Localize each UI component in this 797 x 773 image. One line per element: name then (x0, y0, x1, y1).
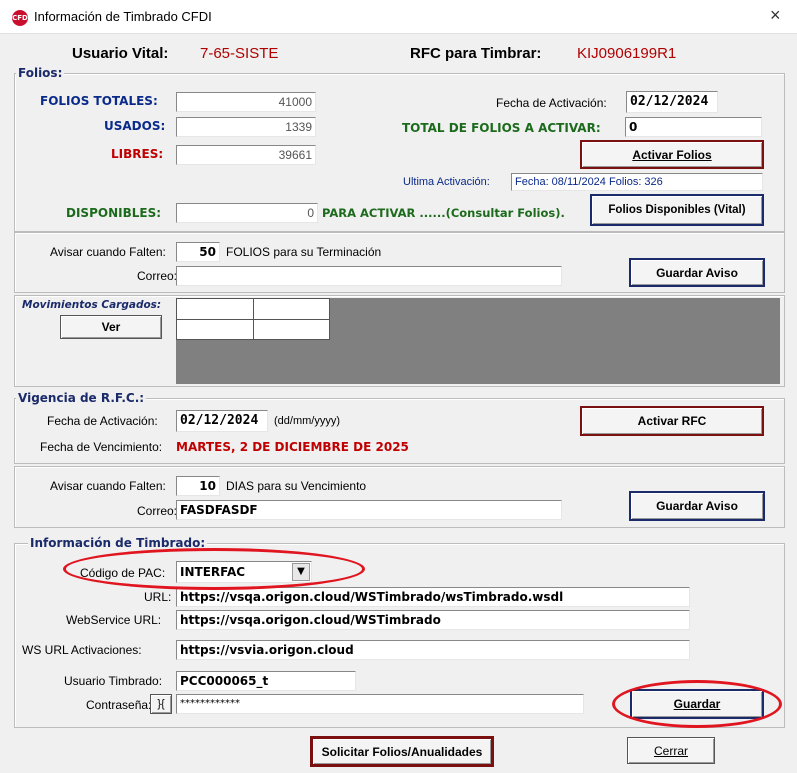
ws-activaciones-label: WS URL Activaciones: (22, 643, 142, 657)
usados-label: USADOS: (104, 119, 166, 133)
annotation-ellipse-pac (63, 548, 365, 590)
annotation-ellipse-guardar (612, 680, 782, 728)
guardar-aviso-rfc-button[interactable]: Guardar Aviso (629, 491, 765, 521)
libres-field: 39661 (176, 145, 316, 165)
url-label: URL: (144, 590, 172, 604)
title-bar: CFD Información de Timbrado CFDI × (0, 0, 797, 34)
para-activar-text: PARA ACTIVAR ......(Consultar Folios). (322, 206, 565, 220)
vigencia-legend: Vigencia de R.F.C.: (16, 391, 147, 405)
total-activar-label: TOTAL DE FOLIOS A ACTIVAR: (402, 121, 601, 135)
aviso-folios-label: Avisar cuando Falten: (50, 245, 166, 259)
aviso-rfc-field[interactable]: 10 (176, 476, 220, 496)
libres-label: LIBRES: (111, 147, 164, 161)
disponibles-label: DISPONIBLES: (66, 206, 162, 220)
aviso-folios-field[interactable]: 50 (176, 242, 220, 262)
solicitar-folios-button[interactable]: Solicitar Folios/Anualidades (310, 736, 494, 767)
url-field[interactable]: https://vsqa.origon.cloud/WSTimbrado/wsT… (176, 587, 690, 607)
ws-activaciones-field[interactable]: https://vsvia.origon.cloud (176, 640, 690, 660)
vig-fecha-venc-value: MARTES, 2 DE DICIEMBRE DE 2025 (176, 440, 409, 454)
usuario-timbrado-label: Usuario Timbrado: (64, 674, 163, 688)
folios-totales-field: 41000 (176, 92, 316, 112)
vig-fecha-format: (dd/mm/yyyy) (274, 415, 340, 427)
user-label: Usuario Vital: (72, 45, 169, 62)
grid-row-divider (177, 319, 329, 320)
ws-url-field[interactable]: https://vsqa.origon.cloud/WSTimbrado (176, 610, 690, 630)
aviso-folios-correo-label: Correo: (137, 269, 178, 283)
window-title: Información de Timbrado CFDI (34, 9, 212, 24)
usados-field: 1339 (176, 117, 316, 137)
cerrar-button[interactable]: Cerrar (627, 737, 715, 764)
vig-fecha-act-label: Fecha de Activación: (47, 414, 158, 428)
vig-fecha-venc-label: Fecha de Vencimiento: (40, 440, 163, 454)
fecha-activacion-field[interactable]: 02/12/2024 (626, 91, 718, 113)
disponibles-field: 0 (176, 203, 318, 223)
aviso-rfc-suffix: DIAS para su Vencimiento (226, 479, 367, 493)
close-icon[interactable]: × (770, 5, 781, 26)
ver-button[interactable]: Ver (60, 315, 162, 339)
movimientos-grid[interactable] (176, 298, 780, 384)
grid-header (176, 298, 330, 340)
fecha-activacion-label: Fecha de Activación: (496, 96, 607, 110)
cerrar-label: Cerrar (653, 743, 688, 758)
password-field[interactable]: ************ (176, 694, 584, 714)
cfdi-window: CFD Información de Timbrado CFDI × Usuar… (0, 0, 797, 773)
aviso-rfc-label: Avisar cuando Falten: (50, 479, 166, 493)
aviso-rfc-correo-label: Correo: (137, 504, 178, 518)
folios-totales-label: FOLIOS TOTALES: (40, 94, 158, 108)
folios-legend: Folios: (16, 66, 65, 80)
contrasena-label: Contraseña: (86, 698, 152, 712)
guardar-aviso-folios-button[interactable]: Guardar Aviso (629, 258, 765, 287)
user-value: 7-65-SISTE (200, 45, 279, 62)
rfc-label: RFC para Timbrar: (410, 45, 542, 62)
ultima-activacion-field: Fecha: 08/11/2024 Folios: 326 (511, 173, 763, 191)
total-activar-field[interactable]: 0 (625, 117, 762, 137)
folios-disponibles-button[interactable]: Folios Disponibles (Vital) (590, 194, 764, 226)
activar-rfc-button[interactable]: Activar RFC (580, 406, 764, 436)
usuario-timbrado-field[interactable]: PCC000065_t (176, 671, 356, 691)
app-logo-icon: CFD (12, 10, 28, 26)
activar-folios-label: Activar Folios (632, 147, 712, 162)
ultima-activacion-label: Ultima Activación: (403, 176, 490, 188)
activar-folios-button[interactable]: Activar Folios (580, 140, 764, 169)
rfc-value: KIJ0906199R1 (577, 45, 677, 62)
show-password-toggle[interactable]: }{ (150, 694, 172, 714)
aviso-folios-suffix: FOLIOS para su Terminación (226, 245, 382, 259)
vig-fecha-act-field[interactable]: 02/12/2024 (176, 410, 268, 432)
aviso-folios-correo-field[interactable] (176, 266, 562, 286)
ws-url-label: WebService URL: (66, 613, 162, 627)
movimientos-label: Movimientos Cargados: (22, 299, 162, 311)
aviso-rfc-correo-field[interactable]: FASDFASDF (176, 500, 562, 520)
